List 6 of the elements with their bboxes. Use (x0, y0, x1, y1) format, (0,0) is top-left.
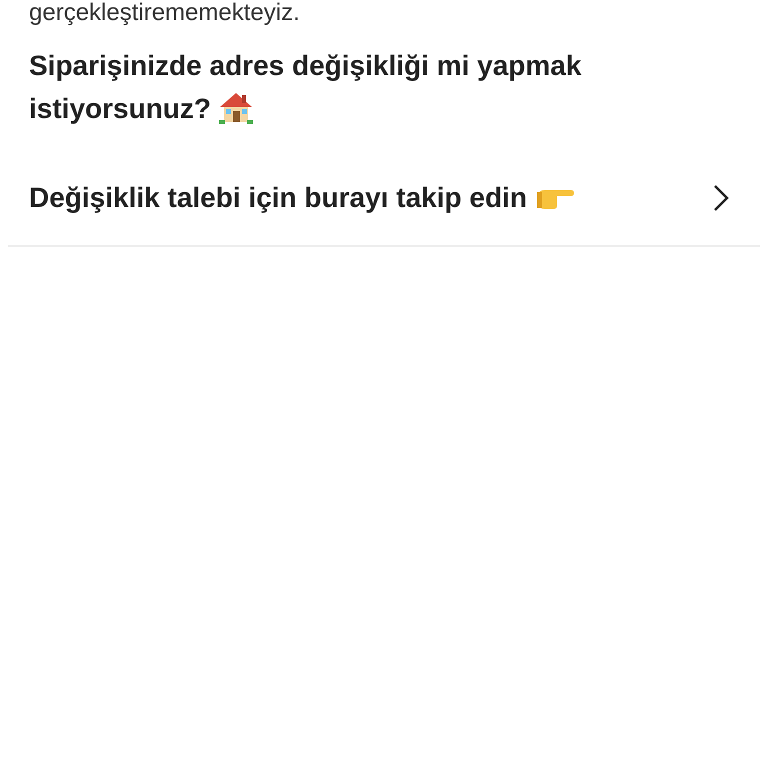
change-request-link[interactable]: Değişiklik talebi için burayı takip edin (8, 170, 760, 247)
link-label: Değişiklik talebi için burayı takip edin (29, 182, 575, 214)
question-heading: Siparişinizde adres değişikliği mi yapmak istiyorsunuz? (28, 49, 582, 126)
notice-text: gerçekleştirememekteyiz. (28, 0, 301, 26)
house-icon (219, 90, 254, 124)
chevron-right-icon (712, 184, 730, 212)
